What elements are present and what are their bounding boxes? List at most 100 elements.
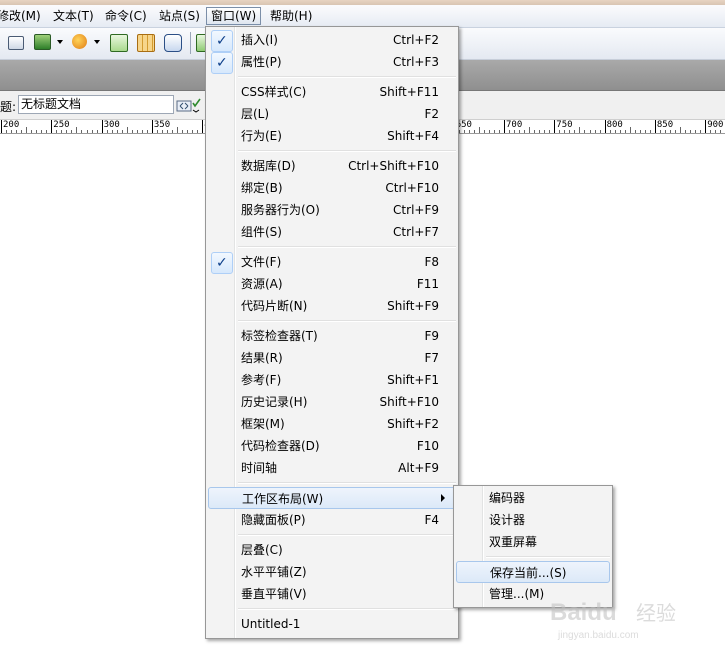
- validate-icon[interactable]: [176, 97, 202, 113]
- workspace-submenu-item[interactable]: 保存当前...(S): [456, 561, 610, 583]
- watermark-text: 经验: [636, 601, 676, 625]
- menu-commands[interactable]: 命令(C): [102, 8, 150, 24]
- asset-dropdown-arrow-icon[interactable]: [94, 40, 100, 44]
- image-dropdown-arrow-icon[interactable]: [57, 40, 63, 44]
- menu-separator: [238, 76, 456, 78]
- window-menu-item[interactable]: 框架(M) Shift+F2: [208, 413, 456, 435]
- menu-window[interactable]: 窗口(W): [206, 7, 262, 25]
- ruler-minor-tick: [131, 130, 133, 133]
- window-menu-item[interactable]: 隐藏面板(P) F4: [208, 509, 456, 531]
- ruler-major-tick: [504, 120, 505, 133]
- ruler-minor-tick: [564, 130, 566, 133]
- ruler-minor-tick: [639, 130, 641, 133]
- window-menu-item[interactable]: CSS样式(C) Shift+F11: [208, 81, 456, 103]
- window-menu-item[interactable]: 行为(E) Shift+F4: [208, 125, 456, 147]
- ruler-minor-tick: [473, 130, 475, 133]
- menu-item-label: 数据库(D): [241, 159, 296, 173]
- window-menu-item[interactable]: ✓ 属性(P) Ctrl+F3: [208, 51, 456, 74]
- ruler-tick-label: 850: [656, 120, 674, 130]
- window-menu-item[interactable]: 服务器行为(O) Ctrl+F9: [208, 199, 456, 221]
- ruler-minor-tick: [664, 130, 666, 133]
- table-icon[interactable]: [8, 36, 24, 50]
- ruler-minor-tick: [187, 130, 189, 133]
- ruler-minor-tick: [720, 130, 722, 133]
- ruler-minor-tick: [715, 130, 717, 133]
- menu-item-shortcut: Ctrl+F3: [393, 55, 439, 69]
- window-menu-item[interactable]: 数据库(D) Ctrl+Shift+F10: [208, 155, 456, 177]
- workspace-submenu-item[interactable]: 双重屏幕: [456, 531, 610, 553]
- window-menu-item[interactable]: ✓ 插入(I) Ctrl+F2: [208, 29, 456, 52]
- window-menu-item[interactable]: 资源(A) F11: [208, 273, 456, 295]
- workspace-submenu-item[interactable]: 编码器: [456, 487, 610, 509]
- menu-item-shortcut: Alt+F9: [398, 461, 439, 475]
- window-menu-item[interactable]: 水平平铺(Z): [208, 561, 456, 583]
- window-menu-dropdown: ✓ 插入(I) Ctrl+F2 ✓ 属性(P) Ctrl+F3 CSS样式(C) Shift+…: [205, 26, 459, 639]
- ruler-minor-tick: [192, 130, 194, 133]
- window-menu-item[interactable]: 垂直平铺(V): [208, 583, 456, 605]
- window-menu-item[interactable]: 组件(S) Ctrl+F7: [208, 221, 456, 243]
- window-menu-item[interactable]: 历史记录(H) Shift+F10: [208, 391, 456, 413]
- ruler-minor-tick: [56, 130, 58, 133]
- ruler-minor-tick: [579, 127, 581, 133]
- ruler-minor-tick: [96, 130, 98, 133]
- window-menu-item[interactable]: 标签检查器(T) F9: [208, 325, 456, 347]
- ruler-minor-tick: [574, 130, 576, 133]
- window-menu-item[interactable]: 绑定(B) Ctrl+F10: [208, 177, 456, 199]
- ruler-minor-tick: [66, 130, 68, 133]
- ruler-tick-label: 250: [53, 120, 70, 130]
- ruler-minor-tick: [478, 127, 480, 133]
- title-label: 题:: [0, 100, 17, 114]
- window-menu-item[interactable]: ✓ 文件(F) F8: [208, 251, 456, 274]
- menu-item-shortcut: F10: [416, 439, 439, 453]
- window-menu-item[interactable]: 工作区布局(W): [208, 487, 456, 509]
- image-icon[interactable]: [34, 34, 51, 50]
- ruler-minor-tick: [156, 130, 158, 133]
- grid-icon[interactable]: [137, 34, 155, 52]
- window-menu-item[interactable]: 代码片断(N) Shift+F9: [208, 295, 456, 317]
- ruler-minor-tick: [710, 130, 712, 133]
- window-menu-item[interactable]: 层叠(C): [208, 539, 456, 561]
- window-menu-item[interactable]: 参考(F) Shift+F1: [208, 369, 456, 391]
- window-menu-item[interactable]: 代码检查器(D) F10: [208, 435, 456, 457]
- window-menu-item[interactable]: 时间轴 Alt+F9: [208, 457, 456, 479]
- menu-site[interactable]: 站点(S): [156, 8, 203, 24]
- menu-item-shortcut: Shift+F4: [387, 129, 439, 143]
- window-menu-item[interactable]: 层(L) F2: [208, 103, 456, 125]
- menu-item-shortcut: F7: [424, 351, 439, 365]
- ruler-minor-tick: [524, 130, 526, 133]
- checkmark-icon: ✓: [211, 252, 233, 274]
- ruler-minor-tick: [514, 130, 516, 133]
- submenu-item-label: 保存当前...(S): [490, 566, 567, 580]
- menu-item-label: 垂直平铺(V): [241, 587, 307, 601]
- window-menu-item[interactable]: Untitled-1: [208, 613, 456, 635]
- menu-item-label: 组件(S): [241, 225, 282, 239]
- menu-modify[interactable]: 修改(M): [0, 8, 44, 24]
- ruler-minor-tick: [614, 130, 616, 133]
- menu-item-label: 参考(F): [241, 373, 282, 387]
- asset-icon[interactable]: [72, 34, 87, 49]
- menu-item-shortcut: Shift+F11: [379, 85, 439, 99]
- comment-icon[interactable]: [164, 34, 182, 52]
- calendar-icon[interactable]: [110, 34, 128, 52]
- ruler-minor-tick: [121, 130, 123, 133]
- title-input[interactable]: 无标题文档: [18, 95, 174, 114]
- checkmark-glyph: ✓: [216, 55, 228, 71]
- ruler-minor-tick: [11, 130, 13, 133]
- submenu-item-label: 编码器: [489, 491, 526, 505]
- toolbar-separator: [190, 32, 191, 54]
- workspace-submenu-item[interactable]: 设计器: [456, 509, 610, 531]
- ruler-tick-label: 800: [606, 120, 623, 130]
- ruler-minor-tick: [197, 130, 199, 133]
- checkmark-glyph: ✓: [216, 33, 228, 49]
- menu-item-label: 插入(I): [241, 33, 278, 47]
- ruler-tick-label: 200: [3, 120, 20, 130]
- ruler-minor-tick: [468, 130, 470, 133]
- menu-text[interactable]: 文本(T): [50, 8, 97, 24]
- menu-help[interactable]: 帮助(H): [267, 8, 315, 24]
- ruler-minor-tick: [86, 130, 88, 133]
- menu-item-label: 文件(F): [241, 255, 282, 269]
- ruler-minor-tick: [509, 130, 511, 133]
- ruler-minor-tick: [559, 130, 561, 133]
- menu-separator: [238, 608, 456, 610]
- window-menu-item[interactable]: 结果(R) F7: [208, 347, 456, 369]
